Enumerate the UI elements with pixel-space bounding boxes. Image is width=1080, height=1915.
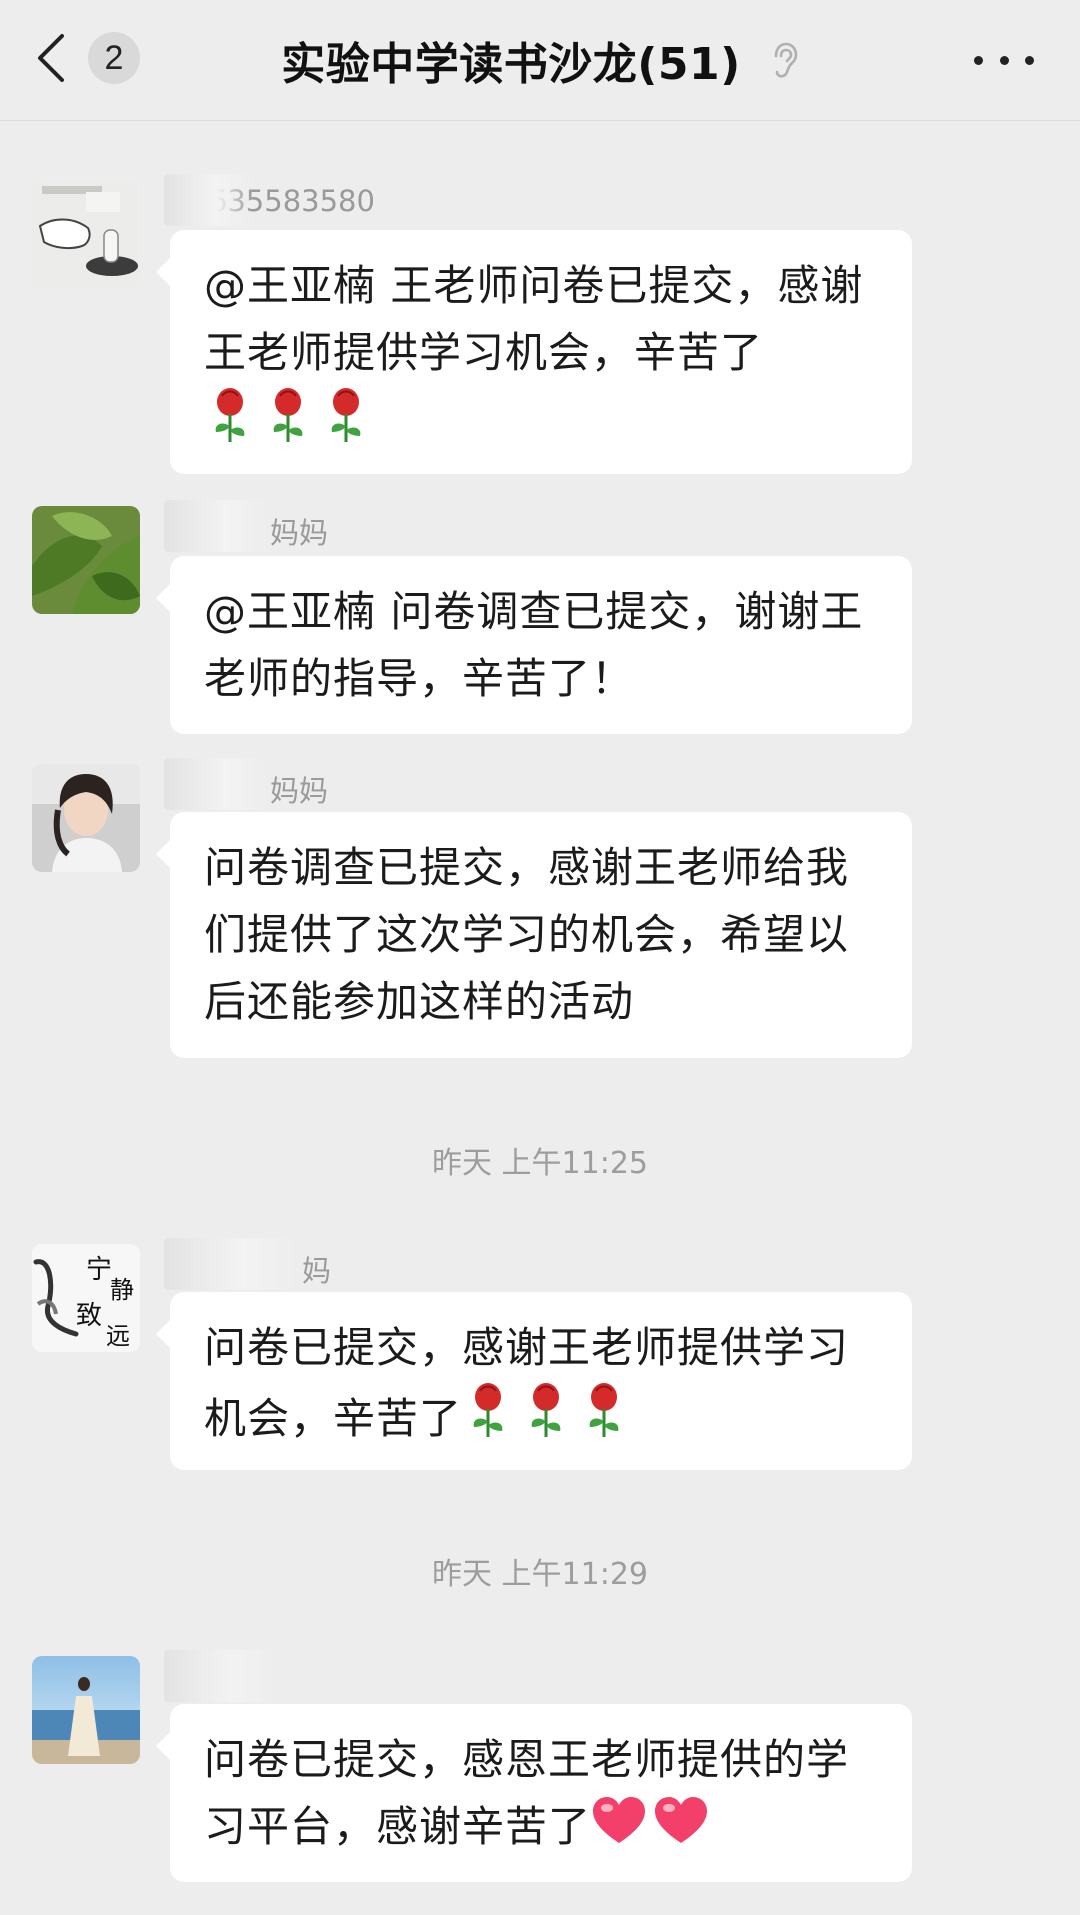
chat-header: 2 实验中学读书沙龙(51) xyxy=(0,0,1080,121)
rose-icon xyxy=(320,386,372,463)
svg-text:远: 远 xyxy=(106,1322,130,1350)
privacy-mask xyxy=(164,758,268,810)
back-button[interactable]: 2 xyxy=(32,22,152,94)
avatar[interactable] xyxy=(32,764,140,872)
message-text: @王亚楠 问卷调查已提交，谢谢王老师的指导，辛苦了！ xyxy=(204,587,864,703)
rose-icon xyxy=(520,1381,572,1458)
message-text: 问卷调查已提交，感谢王老师给我们提供了这次学习的机会，希望以后还能参加这样的活动 xyxy=(204,843,850,1026)
message-bubble[interactable]: 问卷已提交，感恩王老师提供的学习平台，感谢辛苦了 xyxy=(156,1704,912,1882)
privacy-mask xyxy=(164,1650,276,1702)
avatar[interactable] xyxy=(32,506,140,614)
message-bubble[interactable]: @王亚楠 问卷调查已提交，谢谢王老师的指导，辛苦了！ xyxy=(156,556,912,734)
svg-text:致: 致 xyxy=(76,1301,102,1331)
message-item: 宁 静 致 远 妈 问卷已提交，感谢王老师提供学习机会，辛苦了 xyxy=(0,1234,1080,1474)
privacy-mask xyxy=(164,500,268,552)
message-item: 13635583580 @王亚楠 王老师问卷已提交，感谢王老师提供学习机会，辛苦… xyxy=(0,170,1080,490)
heart-icon xyxy=(591,1795,647,1866)
privacy-mask xyxy=(164,1238,296,1290)
more-options-button[interactable] xyxy=(974,40,1034,80)
message-bubble[interactable]: 问卷调查已提交，感谢王老师给我们提供了这次学习的机会，希望以后还能参加这样的活动 xyxy=(156,812,912,1058)
message-bubble[interactable]: @王亚楠 王老师问卷已提交，感谢王老师提供学习机会，辛苦了 xyxy=(156,230,912,474)
svg-text:静: 静 xyxy=(110,1276,134,1304)
avatar[interactable] xyxy=(32,1656,140,1764)
timestamp: 昨天 上午11:29 xyxy=(432,1557,648,1592)
rose-icon xyxy=(462,1381,514,1458)
avatar[interactable] xyxy=(32,180,140,288)
rose-icon xyxy=(262,386,314,463)
unread-count-badge: 2 xyxy=(88,32,140,84)
chat-title: 实验中学读书沙龙(51) xyxy=(281,39,741,90)
rose-icon xyxy=(578,1381,630,1458)
chevron-left-icon xyxy=(38,34,64,82)
heart-icon xyxy=(653,1795,709,1866)
ear-icon xyxy=(774,42,798,78)
timestamp: 昨天 上午11:25 xyxy=(432,1146,648,1181)
more-horizontal-icon xyxy=(974,55,983,65)
message-item: 问卷已提交，感恩王老师提供的学习平台，感谢辛苦了 xyxy=(0,1646,1080,1886)
message-item: 妈妈 问卷调查已提交，感谢王老师给我们提供了这次学习的机会，希望以后还能参加这样… xyxy=(0,754,1080,1064)
rose-icon xyxy=(204,386,256,463)
privacy-mask xyxy=(164,174,252,226)
sender-name: 妈妈 xyxy=(270,516,329,550)
message-text: @王亚楠 王老师问卷已提交，感谢王老师提供学习机会，辛苦了 xyxy=(204,261,864,377)
message-item: 妈妈 @王亚楠 问卷调查已提交，谢谢王老师的指导，辛苦了！ xyxy=(0,496,1080,736)
message-text: 问卷已提交，感恩王老师提供的学习平台，感谢辛苦了 xyxy=(204,1735,850,1851)
sender-name: 妈 xyxy=(302,1254,332,1288)
avatar[interactable]: 宁 静 致 远 xyxy=(32,1244,140,1352)
sender-name: 妈妈 xyxy=(270,774,329,808)
title-area: 实验中学读书沙龙(51) xyxy=(200,28,880,92)
message-bubble[interactable]: 问卷已提交，感谢王老师提供学习机会，辛苦了 xyxy=(156,1292,912,1470)
svg-text:宁: 宁 xyxy=(86,1255,112,1285)
